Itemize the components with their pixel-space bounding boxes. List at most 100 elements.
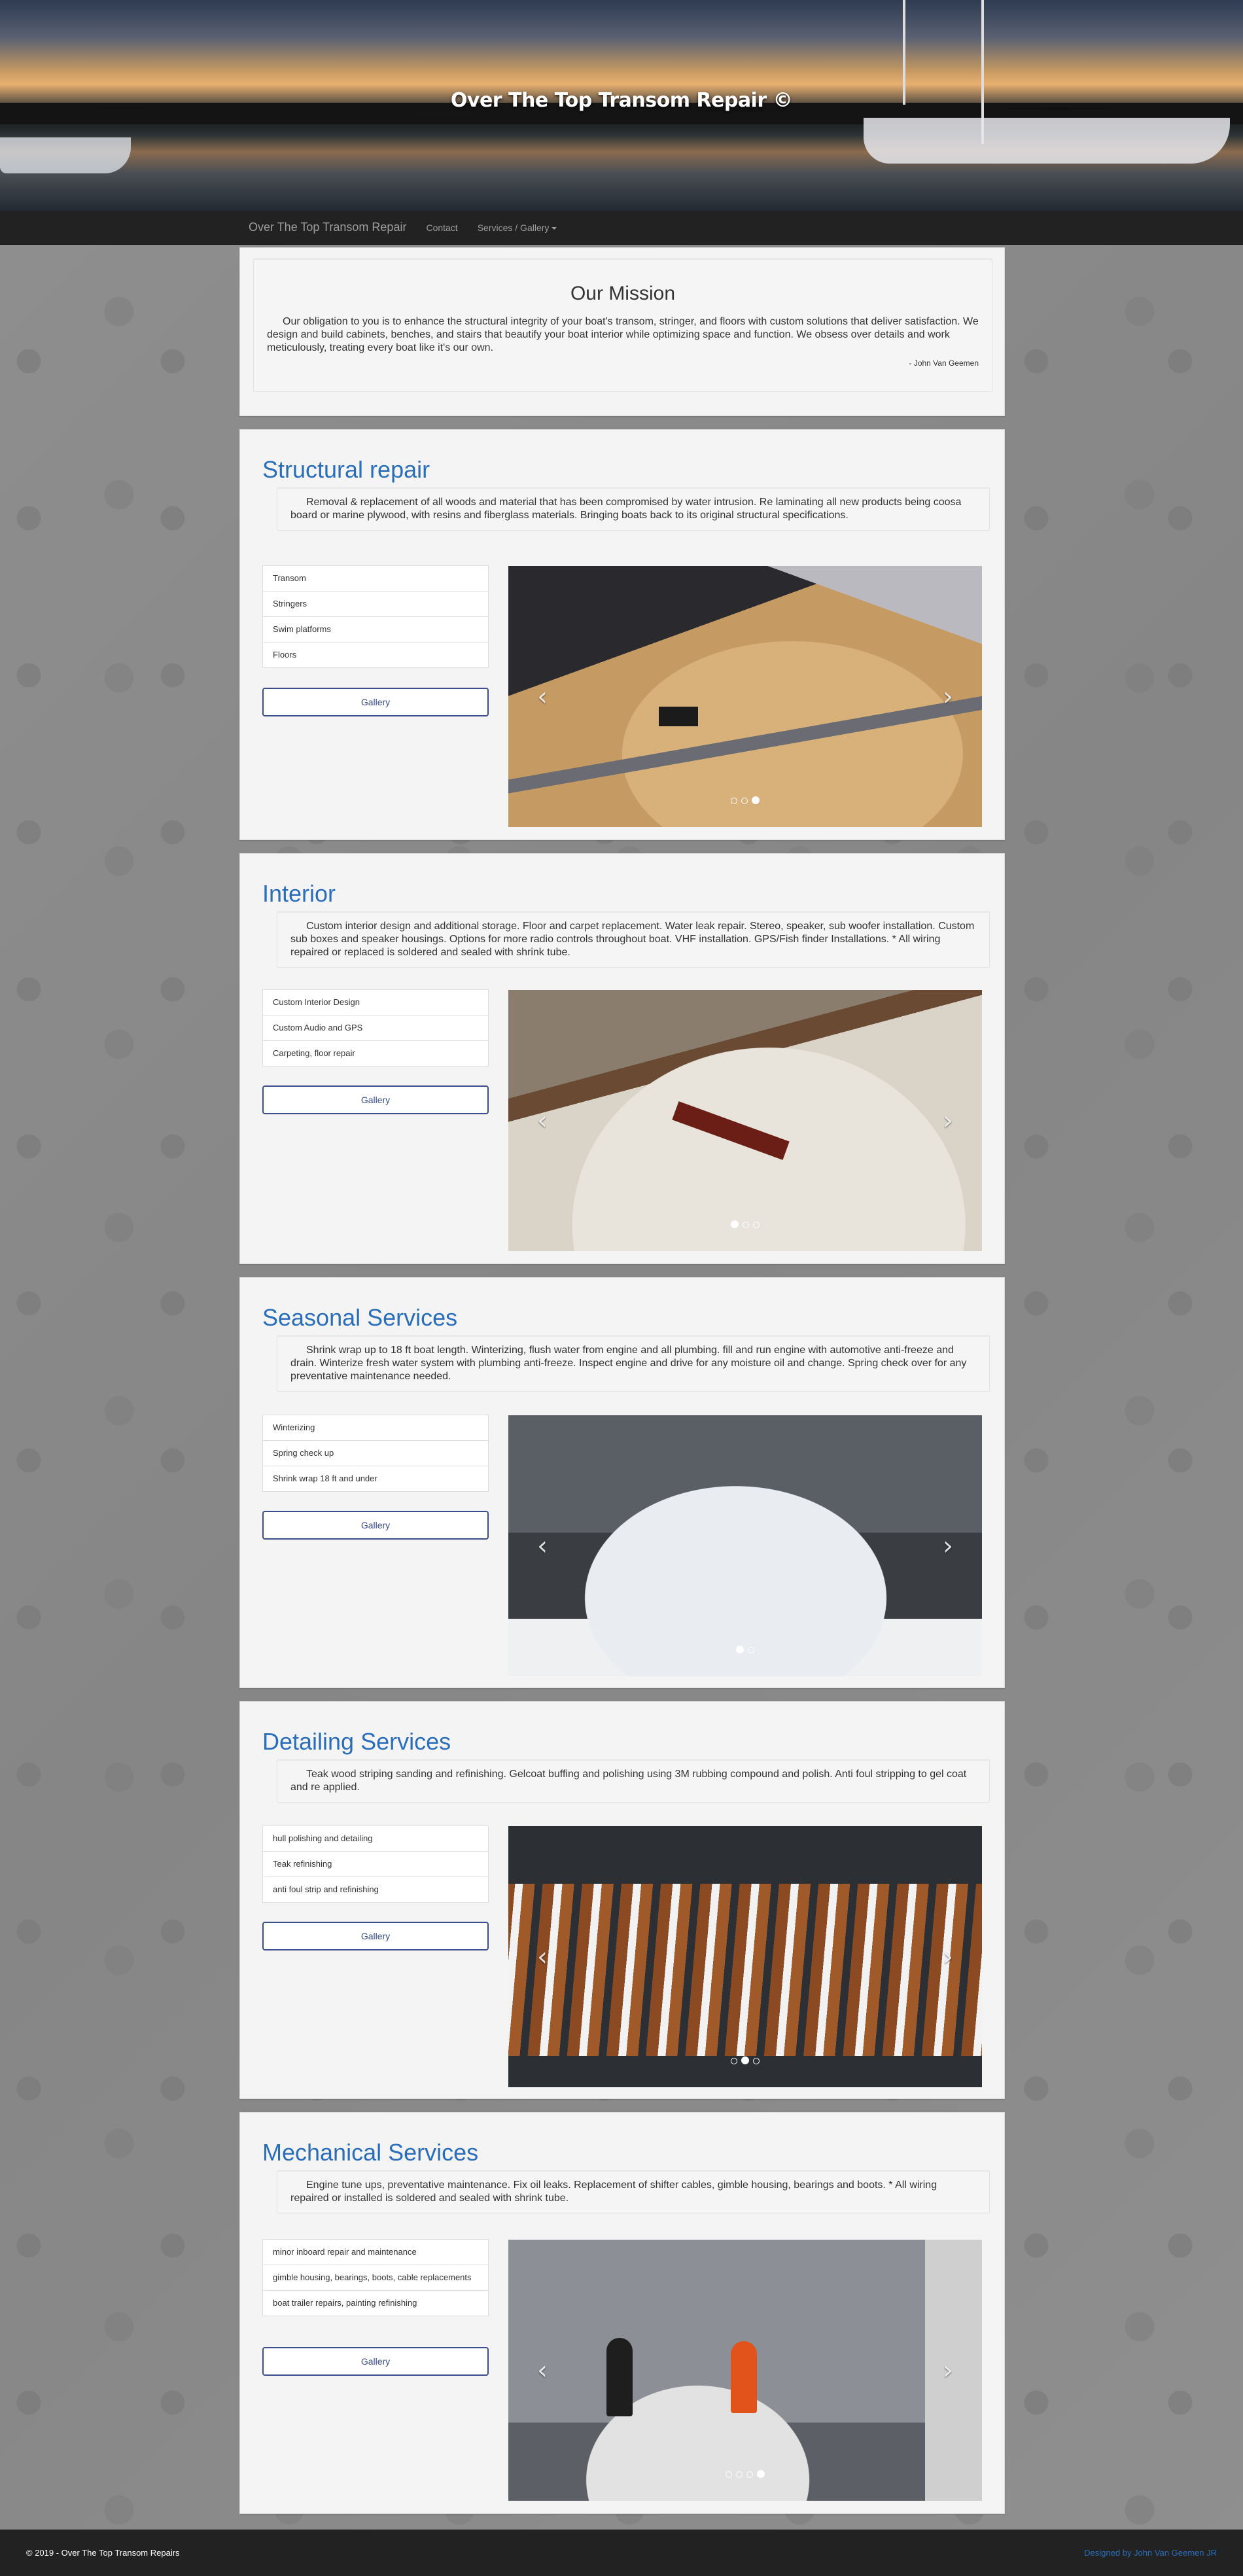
footer-credit-link[interactable]: Designed by John Van Geemen JR bbox=[1084, 2548, 1217, 2558]
nav-services-dropdown[interactable]: Services / Gallery bbox=[478, 222, 557, 233]
teak-background-image bbox=[508, 1826, 982, 2087]
navbar: Over The Top Transom Repair Contact Serv… bbox=[0, 211, 1243, 245]
service-panel-structural: Structural repair Removal & replacement … bbox=[239, 429, 1005, 840]
carousel-dot[interactable] bbox=[743, 1222, 749, 1228]
footer-copyright: © 2019 - Over The Top Transom Repairs bbox=[26, 2548, 180, 2558]
caret-down-icon bbox=[551, 226, 557, 230]
chevron-right-icon[interactable]: › bbox=[943, 682, 953, 712]
carousel-indicators bbox=[508, 2056, 982, 2068]
list-item: Carpeting, floor repair bbox=[262, 1040, 489, 1067]
service-panel-seasonal: Seasonal Services Shrink wrap up to 18 f… bbox=[239, 1277, 1005, 1688]
motorboat-image bbox=[0, 137, 131, 173]
chevron-left-icon[interactable]: ‹ bbox=[537, 2355, 548, 2386]
service-list: Transom Stringers Swim platforms Floors bbox=[262, 565, 489, 668]
service-description: Shrink wrap up to 18 ft boat length. Win… bbox=[277, 1335, 990, 1392]
chevron-right-icon[interactable]: › bbox=[943, 1531, 953, 1561]
chevron-left-icon[interactable]: ‹ bbox=[537, 682, 548, 712]
carousel-image-transom bbox=[508, 566, 982, 827]
service-title: Interior bbox=[262, 880, 336, 907]
service-title: Structural repair bbox=[262, 456, 430, 483]
nav-services-label: Services / Gallery bbox=[477, 222, 550, 233]
service-list: minor inboard repair and maintenance gim… bbox=[262, 2239, 489, 2316]
carousel-dot[interactable] bbox=[731, 798, 737, 804]
carousel-dot[interactable] bbox=[736, 2471, 743, 2478]
service-title: Detailing Services bbox=[262, 1728, 451, 1755]
mission-text: Our obligation to you is to enhance the … bbox=[267, 316, 979, 353]
service-description-text: Engine tune ups, preventative maintenanc… bbox=[290, 2179, 937, 2204]
list-item: Custom Interior Design bbox=[262, 989, 489, 1015]
carousel-dot[interactable] bbox=[757, 2470, 765, 2478]
mission-well: Our Mission Our obligation to you is to … bbox=[253, 258, 992, 392]
list-item: Teak refinishing bbox=[262, 1851, 489, 1877]
sailboat-image bbox=[864, 118, 1230, 164]
mission-panel: Our Mission Our obligation to you is to … bbox=[239, 247, 1005, 416]
service-description-text: Teak wood striping sanding and refinishi… bbox=[290, 1769, 967, 1793]
service-list: Winterizing Spring check up Shrink wrap … bbox=[262, 1415, 489, 1492]
service-description: Teak wood striping sanding and refinishi… bbox=[277, 1759, 990, 1803]
service-title: Seasonal Services bbox=[262, 1304, 458, 1331]
mechanic-figure bbox=[731, 2341, 757, 2413]
carousel-dot[interactable] bbox=[748, 1647, 754, 1653]
list-item: boat trailer repairs, painting refinishi… bbox=[262, 2290, 489, 2316]
carousel-dot[interactable] bbox=[753, 2058, 760, 2064]
gallery-button[interactable]: Gallery bbox=[262, 1922, 489, 1950]
list-item: Stringers bbox=[262, 591, 489, 617]
list-item: Spring check up bbox=[262, 1440, 489, 1466]
carousel-dot[interactable] bbox=[736, 1646, 744, 1653]
service-description: Removal & replacement of all woods and m… bbox=[277, 487, 990, 531]
carousel-dot[interactable] bbox=[726, 2471, 732, 2478]
service-list: hull polishing and detailing Teak refini… bbox=[262, 1826, 489, 1903]
chevron-right-icon[interactable]: › bbox=[943, 1942, 953, 1972]
service-description-text: Removal & replacement of all woods and m… bbox=[290, 497, 962, 521]
footer: © 2019 - Over The Top Transom Repairs De… bbox=[0, 2530, 1243, 2576]
carousel-indicators bbox=[508, 1645, 982, 1657]
service-description: Engine tune ups, preventative maintenanc… bbox=[277, 2170, 990, 2214]
image-carousel: ‹ › bbox=[508, 2240, 982, 2501]
chevron-left-icon[interactable]: ‹ bbox=[537, 1106, 548, 1136]
carousel-dot[interactable] bbox=[752, 796, 760, 804]
image-carousel: ‹ › bbox=[508, 1826, 982, 2087]
mechanic-figure bbox=[606, 2338, 633, 2416]
floor-hatch-image bbox=[659, 707, 698, 726]
list-item: hull polishing and detailing bbox=[262, 1826, 489, 1852]
carousel-indicators bbox=[508, 796, 982, 807]
list-item: Winterizing bbox=[262, 1415, 489, 1441]
mission-heading: Our Mission bbox=[570, 283, 676, 304]
image-carousel: ‹ › bbox=[508, 566, 982, 827]
navbar-brand[interactable]: Over The Top Transom Repair bbox=[249, 221, 406, 234]
list-item: Transom bbox=[262, 565, 489, 591]
carousel-indicators bbox=[508, 2469, 982, 2481]
mission-signature: - John Van Geemen bbox=[909, 359, 979, 368]
gallery-button[interactable]: Gallery bbox=[262, 2347, 489, 2376]
chevron-left-icon[interactable]: ‹ bbox=[537, 1531, 548, 1561]
chevron-left-icon[interactable]: ‹ bbox=[537, 1942, 548, 1972]
chevron-right-icon[interactable]: › bbox=[943, 2355, 953, 2386]
list-item: minor inboard repair and maintenance bbox=[262, 2239, 489, 2265]
service-list: Custom Interior Design Custom Audio and … bbox=[262, 989, 489, 1067]
chevron-right-icon[interactable]: › bbox=[943, 1106, 953, 1136]
carousel-image-interior bbox=[508, 990, 982, 1251]
service-panel-detailing: Detailing Services Teak wood striping sa… bbox=[239, 1701, 1005, 2099]
gallery-button[interactable]: Gallery bbox=[262, 1085, 489, 1114]
list-item: Shrink wrap 18 ft and under bbox=[262, 1466, 489, 1492]
carousel-dot[interactable] bbox=[746, 2471, 753, 2478]
carousel-dot[interactable] bbox=[731, 1220, 739, 1228]
carousel-dot[interactable] bbox=[741, 2056, 749, 2064]
service-panel-interior: Interior Custom interior design and addi… bbox=[239, 853, 1005, 1264]
gallery-button[interactable]: Gallery bbox=[262, 1511, 489, 1540]
nav-contact[interactable]: Contact bbox=[426, 222, 457, 233]
image-carousel: ‹ › bbox=[508, 1415, 982, 1676]
service-description-text: Shrink wrap up to 18 ft boat length. Win… bbox=[290, 1345, 967, 1382]
list-item: anti foul strip and refinishing bbox=[262, 1877, 489, 1903]
hero-title: Over The Top Transom Repair © bbox=[450, 89, 793, 112]
gallery-button[interactable]: Gallery bbox=[262, 688, 489, 716]
carousel-dot[interactable] bbox=[741, 798, 748, 804]
carousel-indicators bbox=[508, 1220, 982, 1231]
list-item: Swim platforms bbox=[262, 616, 489, 643]
carousel-image-shrinkwrap bbox=[508, 1415, 982, 1676]
list-item: gimble housing, bearings, boots, cable r… bbox=[262, 2265, 489, 2291]
carousel-dot[interactable] bbox=[753, 1222, 760, 1228]
carousel-dot[interactable] bbox=[731, 2058, 737, 2064]
list-item: Custom Audio and GPS bbox=[262, 1015, 489, 1041]
image-carousel: ‹ › bbox=[508, 990, 982, 1251]
